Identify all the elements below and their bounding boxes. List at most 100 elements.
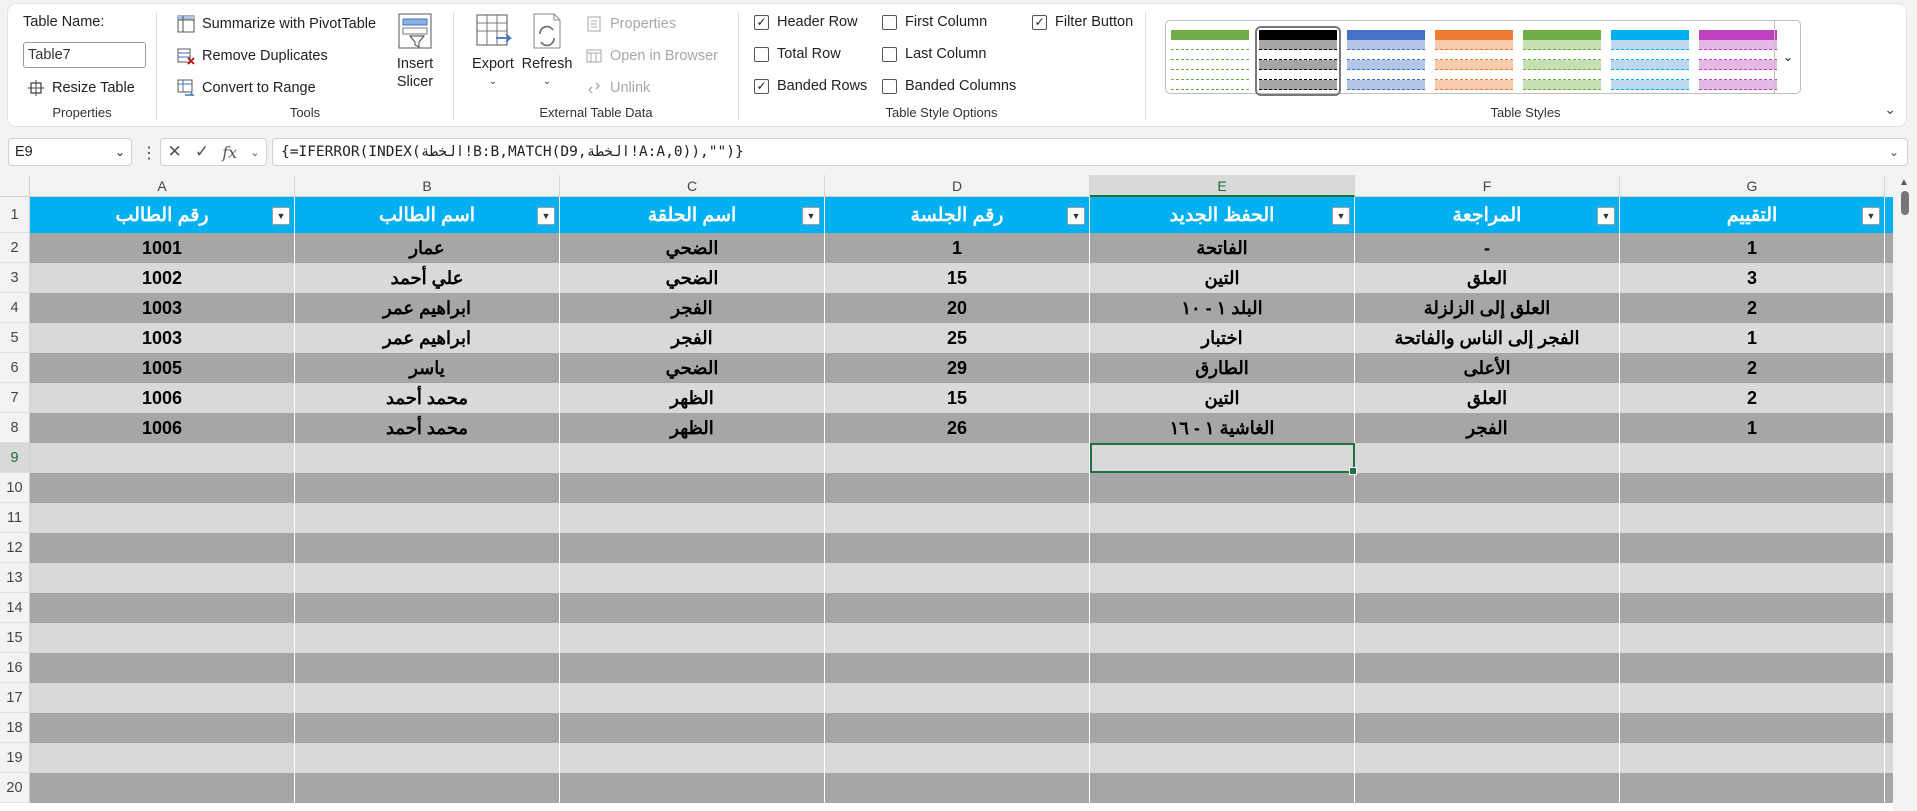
header-cell-b[interactable]: اسم الطالب ▼ [295,197,560,233]
cell-c8[interactable]: الظهر [560,413,825,443]
resize-table-button[interactable]: Resize Table [26,78,135,98]
cell-a13[interactable] [30,563,295,593]
row-header-14[interactable]: 14 [0,593,30,623]
column-header-g[interactable]: G [1620,175,1885,197]
cell-e20[interactable] [1090,773,1355,803]
cell-a5[interactable]: 1003 [30,323,295,353]
remove-duplicates-button[interactable]: Remove Duplicates [176,46,328,66]
filter-dropdown-icon[interactable]: ▼ [1597,207,1615,225]
vertical-scrollbar[interactable]: ▲ [1893,175,1917,811]
cell-a2[interactable]: 1001 [30,233,295,263]
cell-b19[interactable] [295,743,560,773]
cell-a9[interactable] [30,443,295,473]
cell-f4[interactable]: العلق إلى الزلزلة [1355,293,1620,323]
cell-e5[interactable]: اختبار [1090,323,1355,353]
cell-f15[interactable] [1355,623,1620,653]
cell-a16[interactable] [30,653,295,683]
cell-a12[interactable] [30,533,295,563]
filter-dropdown-icon[interactable]: ▼ [537,207,555,225]
expand-formula-icon[interactable]: ⌄ [1889,145,1899,159]
cell-f7[interactable]: العلق [1355,383,1620,413]
summarize-pivottable-button[interactable]: Summarize with PivotTable [176,14,376,34]
open-in-browser-button[interactable]: Open in Browser [584,46,718,66]
cell-d9[interactable] [825,443,1090,473]
cell-b3[interactable]: علي أحمد [295,263,560,293]
cell-d16[interactable] [825,653,1090,683]
insert-slicer-button[interactable]: Insert Slicer [390,12,440,91]
cell-d18[interactable] [825,713,1090,743]
cell-a3[interactable]: 1002 [30,263,295,293]
cell-f11[interactable] [1355,503,1620,533]
cell-g19[interactable] [1620,743,1885,773]
cell-c11[interactable] [560,503,825,533]
last-column-checkbox[interactable]: Last Column [882,46,986,62]
cell-b20[interactable] [295,773,560,803]
cell-a6[interactable]: 1005 [30,353,295,383]
cell-a18[interactable] [30,713,295,743]
cell-d7[interactable]: 15 [825,383,1090,413]
cell-c13[interactable] [560,563,825,593]
cell-g13[interactable] [1620,563,1885,593]
row-header-13[interactable]: 13 [0,563,30,593]
cell-g4[interactable]: 2 [1620,293,1885,323]
row-header-7[interactable]: 7 [0,383,30,413]
cell-d8[interactable]: 26 [825,413,1090,443]
cell-c10[interactable] [560,473,825,503]
cell-d3[interactable]: 15 [825,263,1090,293]
convert-to-range-button[interactable]: Convert to Range [176,78,316,98]
row-header-5[interactable]: 5 [0,323,30,353]
row-header-11[interactable]: 11 [0,503,30,533]
ribbon-collapse-chevron-icon[interactable]: ⌄ [1884,101,1896,118]
cell-f6[interactable]: الأعلى [1355,353,1620,383]
cell-c6[interactable]: الضحي [560,353,825,383]
filter-button-checkbox[interactable]: ✓ Filter Button [1032,14,1133,30]
cell-b17[interactable] [295,683,560,713]
cell-a17[interactable] [30,683,295,713]
cell-f8[interactable]: الفجر [1355,413,1620,443]
cell-e4[interactable]: البلد ١ - ١٠ [1090,293,1355,323]
cell-c20[interactable] [560,773,825,803]
row-header-15[interactable]: 15 [0,623,30,653]
table-name-input[interactable] [23,42,146,68]
row-header-1[interactable]: 1 [0,197,30,233]
cell-e14[interactable] [1090,593,1355,623]
cell-b13[interactable] [295,563,560,593]
cell-g7[interactable]: 2 [1620,383,1885,413]
cell-g2[interactable]: 1 [1620,233,1885,263]
cell-d15[interactable] [825,623,1090,653]
cell-a15[interactable] [30,623,295,653]
chevron-down-icon[interactable]: ⌄ [115,145,125,159]
cell-b5[interactable]: ابراهيم عمر [295,323,560,353]
cell-a8[interactable]: 1006 [30,413,295,443]
cell-g6[interactable]: 2 [1620,353,1885,383]
cell-c17[interactable] [560,683,825,713]
row-header-9[interactable]: 9 [0,443,30,473]
cell-c9[interactable] [560,443,825,473]
cell-d13[interactable] [825,563,1090,593]
cell-d19[interactable] [825,743,1090,773]
refresh-button[interactable]: Refresh ⌄ [522,12,572,91]
cell-d5[interactable]: 25 [825,323,1090,353]
cell-c15[interactable] [560,623,825,653]
filter-dropdown-icon[interactable]: ▼ [1067,207,1085,225]
column-header-f[interactable]: F [1355,175,1620,197]
cell-g3[interactable]: 3 [1620,263,1885,293]
cell-g17[interactable] [1620,683,1885,713]
cell-c12[interactable] [560,533,825,563]
cell-g9[interactable] [1620,443,1885,473]
cell-d12[interactable] [825,533,1090,563]
cell-g16[interactable] [1620,653,1885,683]
cell-e16[interactable] [1090,653,1355,683]
banded-columns-checkbox[interactable]: Banded Columns [882,78,1016,94]
cell-d20[interactable] [825,773,1090,803]
cell-a14[interactable] [30,593,295,623]
unlink-button[interactable]: Unlink [584,78,650,98]
row-header-12[interactable]: 12 [0,533,30,563]
cell-b15[interactable] [295,623,560,653]
cell-f16[interactable] [1355,653,1620,683]
cell-c5[interactable]: الفجر [560,323,825,353]
header-cell-g[interactable]: التقييم ▼ [1620,197,1885,233]
cell-b4[interactable]: ابراهيم عمر [295,293,560,323]
scroll-up-icon[interactable]: ▲ [1899,177,1909,188]
cell-c16[interactable] [560,653,825,683]
